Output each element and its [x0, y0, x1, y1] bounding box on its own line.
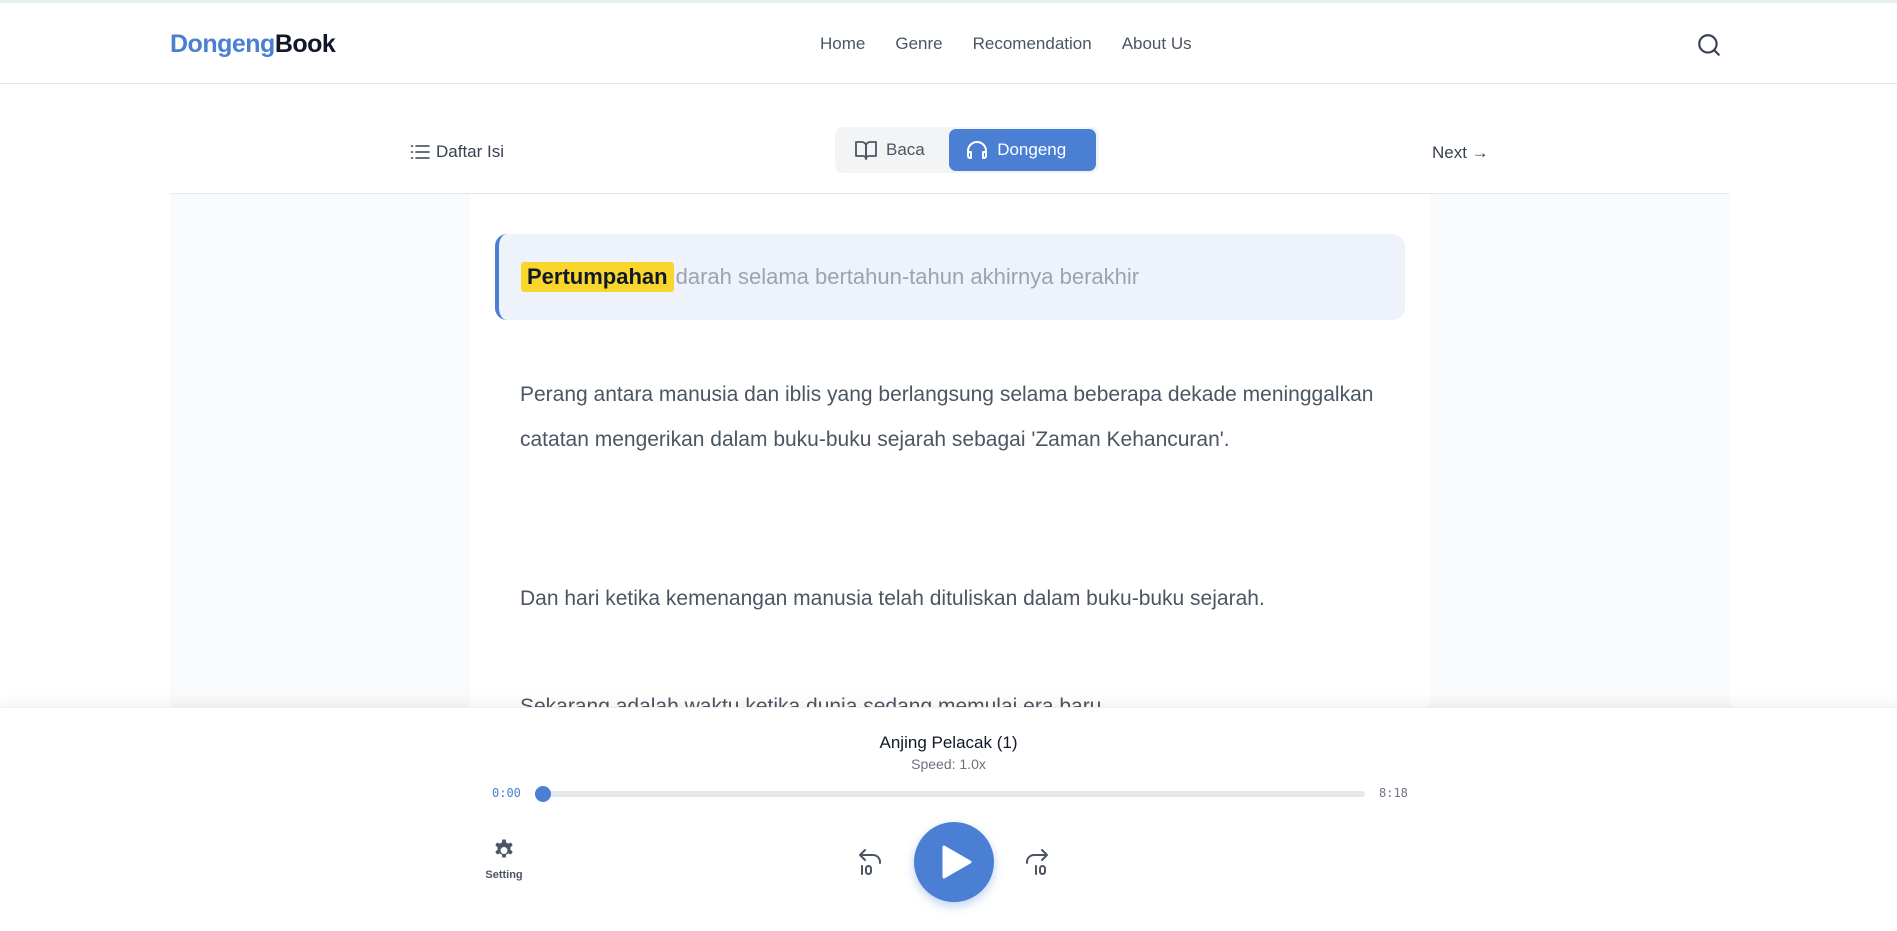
reader-toolbar: Daftar Isi Baca Dongeng Next → — [170, 84, 1730, 194]
reading-content: Pertumpahan darah selama bertahun-tahun … — [470, 194, 1430, 708]
site-header: DongengBook Home Genre Recomendation Abo… — [0, 3, 1897, 84]
story-paragraph: Dan hari ketika kemenangan manusia telah… — [520, 587, 1265, 610]
current-time: 0:00 — [492, 786, 521, 800]
story-paragraph: Perang antara manusia dan iblis yang ber… — [520, 383, 1374, 451]
nav-about-us[interactable]: About Us — [1122, 34, 1192, 54]
mode-listen-button[interactable]: Dongeng — [949, 129, 1096, 171]
rewind-10-icon[interactable] — [853, 846, 885, 878]
nav-recomendation[interactable]: Recomendation — [973, 34, 1092, 54]
mode-listen-label: Dongeng — [997, 140, 1067, 159]
forward-10-icon[interactable] — [1022, 846, 1054, 878]
track-title: Anjing Pelacak (1) — [879, 733, 1018, 752]
playback-speed: Speed: 1.0x — [911, 756, 986, 772]
toc-button[interactable]: Daftar Isi — [410, 142, 504, 162]
mode-switch: Baca Dongeng — [835, 127, 1099, 173]
mode-read-button[interactable]: Baca — [838, 129, 949, 171]
book-icon — [855, 141, 877, 160]
setting-label: Setting — [485, 869, 523, 881]
highlighted-word: Pertumpahan — [521, 262, 674, 292]
current-sentence-rest: darah selama bertahun-tahun akhirnya ber… — [675, 264, 1140, 289]
nav-genre[interactable]: Genre — [895, 34, 942, 54]
list-icon — [410, 145, 430, 159]
play-icon — [942, 845, 971, 879]
main-nav: Home Genre Recomendation About Us — [820, 34, 1192, 54]
setting-button[interactable]: Setting — [483, 838, 525, 881]
headphones-icon — [967, 141, 988, 159]
site-logo[interactable]: DongengBook — [170, 30, 336, 59]
progress-bar[interactable] — [535, 786, 1365, 802]
gear-icon — [495, 839, 513, 858]
next-chapter-button[interactable]: Next → — [1432, 143, 1489, 163]
total-time: 8:18 — [1379, 786, 1408, 800]
current-sentence-box: Pertumpahan darah selama bertahun-tahun … — [495, 234, 1405, 320]
play-button[interactable] — [914, 822, 994, 902]
search-icon[interactable] — [1696, 32, 1722, 58]
story-paragraph: Sekarang adalah waktu ketika dunia sedan… — [520, 695, 1108, 708]
mode-read-label: Baca — [886, 140, 925, 159]
toc-label: Daftar Isi — [436, 142, 505, 161]
audio-player: Anjing Pelacak (1) Speed: 1.0x 0:00 8:18… — [0, 707, 1897, 931]
nav-home[interactable]: Home — [820, 34, 865, 54]
progress-handle[interactable] — [535, 786, 551, 802]
